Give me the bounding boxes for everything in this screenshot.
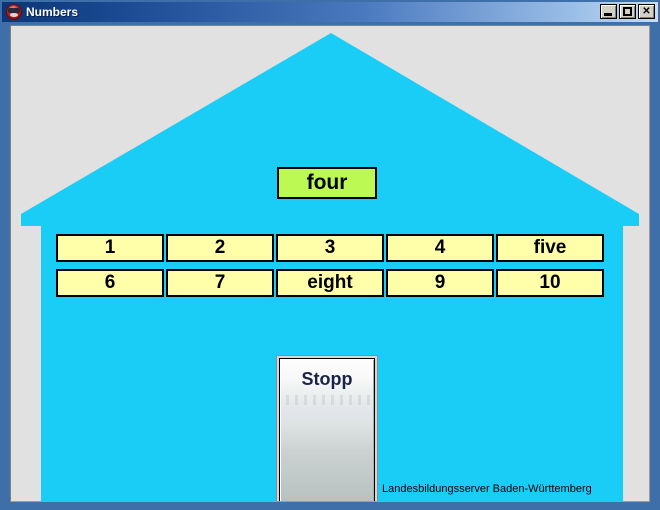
number-button-eight[interactable]: eight bbox=[276, 269, 384, 297]
stop-button[interactable]: Stopp bbox=[279, 358, 375, 501]
client-area: four 1 2 3 4 five 6 7 eight 9 10 Stopp L… bbox=[10, 25, 650, 502]
app-emblem-icon bbox=[6, 4, 22, 20]
title-bar[interactable]: Numbers ✕ bbox=[2, 2, 658, 22]
number-button-10[interactable]: 10 bbox=[496, 269, 604, 297]
number-button-five[interactable]: five bbox=[496, 234, 604, 262]
number-button-3[interactable]: 3 bbox=[276, 234, 384, 262]
number-button-2[interactable]: 2 bbox=[166, 234, 274, 262]
number-button-1[interactable]: 1 bbox=[56, 234, 164, 262]
maximize-button[interactable] bbox=[619, 4, 636, 19]
application-window: Numbers ✕ four 1 2 3 4 five 6 7 eight 9 … bbox=[0, 0, 660, 510]
prompt-word-box: four bbox=[277, 167, 377, 199]
window-controls: ✕ bbox=[600, 4, 655, 19]
minimize-button[interactable] bbox=[600, 4, 617, 19]
credit-text: Landesbildungsserver Baden-Württemberg bbox=[382, 483, 592, 495]
number-button-4[interactable]: 4 bbox=[386, 234, 494, 262]
stop-button-texture bbox=[286, 395, 370, 405]
window-title: Numbers bbox=[26, 5, 79, 19]
close-button[interactable]: ✕ bbox=[638, 4, 655, 19]
maximize-icon bbox=[620, 5, 635, 18]
close-icon: ✕ bbox=[642, 5, 651, 17]
number-button-7[interactable]: 7 bbox=[166, 269, 274, 297]
stop-button-label: Stopp bbox=[301, 369, 353, 389]
number-button-6[interactable]: 6 bbox=[56, 269, 164, 297]
minimize-icon bbox=[601, 5, 616, 18]
number-button-9[interactable]: 9 bbox=[386, 269, 494, 297]
